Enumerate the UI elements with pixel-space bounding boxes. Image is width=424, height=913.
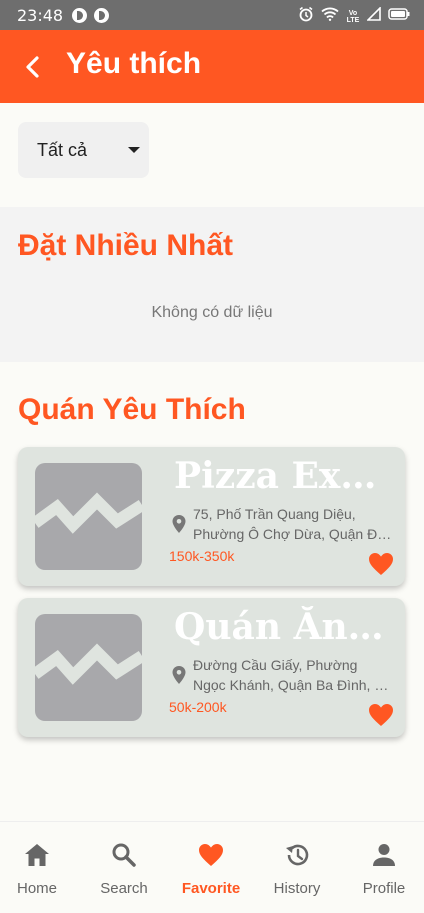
most-ordered-title: Đặt Nhiều Nhất xyxy=(18,229,234,262)
nav-label: Search xyxy=(100,880,148,897)
nav-search[interactable]: Search xyxy=(82,822,166,913)
image-placeholder-icon xyxy=(35,614,142,721)
alarm-icon xyxy=(298,6,314,27)
location-pin-icon xyxy=(172,515,186,533)
signal-icon xyxy=(366,6,381,26)
volte-icon: Vo LTE xyxy=(346,9,360,24)
nav-label: History xyxy=(273,880,321,897)
arrow-back-icon[interactable] xyxy=(18,52,48,82)
restaurant-name: Quán Ăn Ngon xyxy=(174,606,392,648)
restaurant-address: 75, Phố Trần Quang Diệu, Phường Ô Chợ Dừ… xyxy=(193,504,393,544)
nav-history[interactable]: History xyxy=(255,822,339,913)
heart-icon[interactable] xyxy=(368,703,394,727)
nav-label: Home xyxy=(16,880,57,897)
app-bar: Yêu thích xyxy=(0,30,424,103)
image-placeholder-icon xyxy=(35,463,142,570)
home-icon xyxy=(25,844,49,866)
filter-dropdown[interactable]: Tất cả xyxy=(18,122,149,178)
status-bar: 23:48 Vo LTE xyxy=(0,0,424,30)
nav-home[interactable]: Home xyxy=(0,822,79,913)
address-line: 75, Phố Trần Quang Diệu, xyxy=(193,506,356,522)
address-line: Phường Ô Chợ Dừa, Quận Đống Đa xyxy=(193,526,393,542)
restaurant-card[interactable]: Quán Ăn Ngon Đường Cầu Giấy, Phường Ngọc… xyxy=(18,598,405,737)
nav-label: Favorite xyxy=(181,880,241,897)
restaurant-card[interactable]: Pizza Express 75, Phố Trần Quang Diệu, P… xyxy=(18,447,405,586)
nav-favorite[interactable]: Favorite xyxy=(169,822,253,913)
history-icon xyxy=(286,844,309,866)
caret-down-icon xyxy=(128,147,140,153)
heart-icon[interactable] xyxy=(368,552,394,576)
nav-profile[interactable]: Profile xyxy=(342,822,424,913)
most-ordered-section: Đặt Nhiều Nhất Không có dữ liệu xyxy=(0,207,424,362)
restaurant-name: Pizza Express xyxy=(174,455,392,497)
price-range: 50k-200k xyxy=(169,699,227,715)
heart-icon xyxy=(199,844,223,866)
nav-label: Profile xyxy=(362,880,406,897)
filter-selected-value: Tất cả xyxy=(37,140,88,160)
battery-icon xyxy=(388,7,410,26)
person-icon xyxy=(373,844,395,866)
status-time: 23:48 xyxy=(17,6,64,25)
bottom-nav: Home Search Favorite History Profile xyxy=(0,821,424,913)
page-title: Yêu thích xyxy=(66,47,202,80)
notification-icon xyxy=(72,8,87,23)
location-pin-icon xyxy=(172,666,186,684)
address-line: Đường Cầu Giấy, Phường xyxy=(193,657,358,673)
notification-icon xyxy=(94,8,109,23)
price-range: 150k-350k xyxy=(169,548,235,564)
search-icon xyxy=(112,843,136,867)
restaurant-address: Đường Cầu Giấy, Phường Ngọc Khánh, Quận … xyxy=(193,655,393,695)
favorites-title: Quán Yêu Thích xyxy=(18,393,246,426)
address-line: Ngọc Khánh, Quận Ba Đình, Hà Nội xyxy=(193,677,393,693)
empty-state-text: Không có dữ liệu xyxy=(151,304,273,321)
wifi-icon xyxy=(321,7,339,26)
